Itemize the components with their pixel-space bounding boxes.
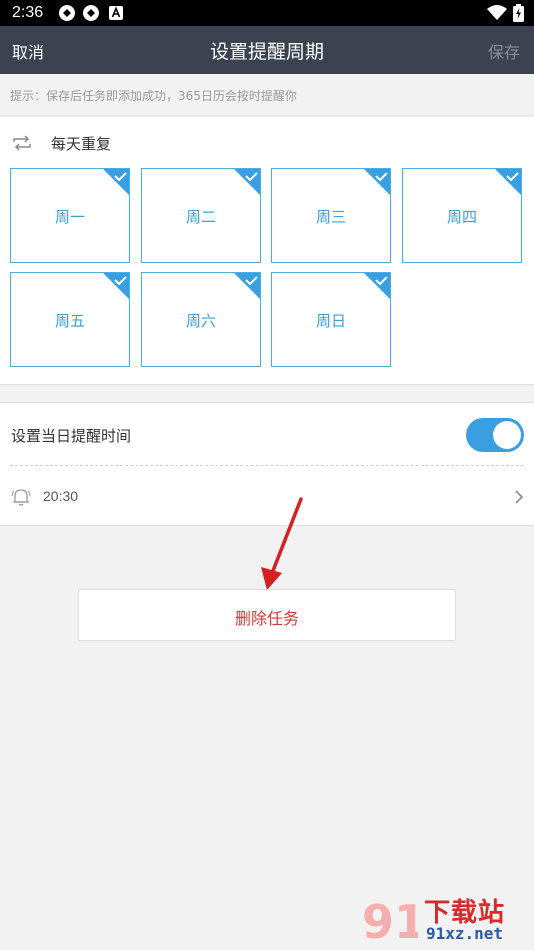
divider <box>10 465 524 466</box>
hint-text: 提示：保存后任务即添加成功，365日历会按时提醒你 <box>10 89 297 103</box>
day-friday[interactable]: 周五 <box>10 272 130 367</box>
check-icon <box>103 273 129 299</box>
page-title: 设置提醒周期 <box>209 41 324 63</box>
reminder-toggle[interactable] <box>466 418 524 452</box>
chevron-right-icon[interactable] <box>513 489 525 505</box>
day-tuesday[interactable]: 周二 <box>141 168 261 263</box>
annotation-arrow <box>261 497 303 590</box>
repeat-icon <box>13 135 31 151</box>
day-sunday[interactable]: 周日 <box>271 272 391 367</box>
watermark: 91 下载站 91xz.net <box>362 888 534 948</box>
check-icon <box>495 169 521 195</box>
status-bar: 2:36 <box>0 0 534 26</box>
day-saturday[interactable]: 周六 <box>141 272 261 367</box>
check-icon <box>234 169 260 195</box>
sync-icon <box>83 5 99 21</box>
watermark-url: 91xz.net <box>426 924 504 943</box>
reminder-time-value[interactable]: 20:30 <box>43 488 78 504</box>
status-right <box>487 4 524 22</box>
save-button[interactable]: 保存 <box>488 39 520 63</box>
wifi-icon <box>487 5 507 20</box>
check-icon <box>364 169 390 195</box>
delete-task-label: 删除任务 <box>234 609 299 628</box>
status-time: 2:36 <box>12 4 44 21</box>
day-monday[interactable]: 周一 <box>10 168 130 263</box>
day-label: 周二 <box>185 208 216 226</box>
bell-icon <box>11 489 31 506</box>
day-label: 周四 <box>446 208 477 226</box>
battery-icon <box>513 4 524 22</box>
a-badge-icon <box>109 6 123 20</box>
day-thursday[interactable]: 周四 <box>402 168 522 263</box>
hint-bar: 提示：保存后任务即添加成功，365日历会按时提醒你 <box>0 74 534 116</box>
repeat-label: 每天重复 <box>51 135 112 153</box>
watermark-logo: 91 <box>362 895 418 946</box>
day-label: 周六 <box>185 312 216 330</box>
nav-bar: 取消 设置提醒周期 保存 <box>0 26 534 74</box>
check-icon <box>364 273 390 299</box>
reminder-time-label: 设置当日提醒时间 <box>11 427 132 445</box>
check-icon <box>103 169 129 195</box>
sync-icon <box>59 5 75 21</box>
day-wednesday[interactable]: 周三 <box>271 168 391 263</box>
check-icon <box>234 273 260 299</box>
toggle-knob <box>493 421 521 449</box>
svg-text:91: 91 <box>362 895 418 946</box>
day-label: 周五 <box>54 312 85 330</box>
delete-task-button[interactable]: 删除任务 <box>78 589 456 641</box>
day-label: 周一 <box>54 208 85 226</box>
repeat-section: 每天重复 周一 周二 周三 周四 周五 周六 周日 <box>0 117 534 385</box>
day-label: 周日 <box>315 312 346 330</box>
day-label: 周三 <box>315 208 346 226</box>
